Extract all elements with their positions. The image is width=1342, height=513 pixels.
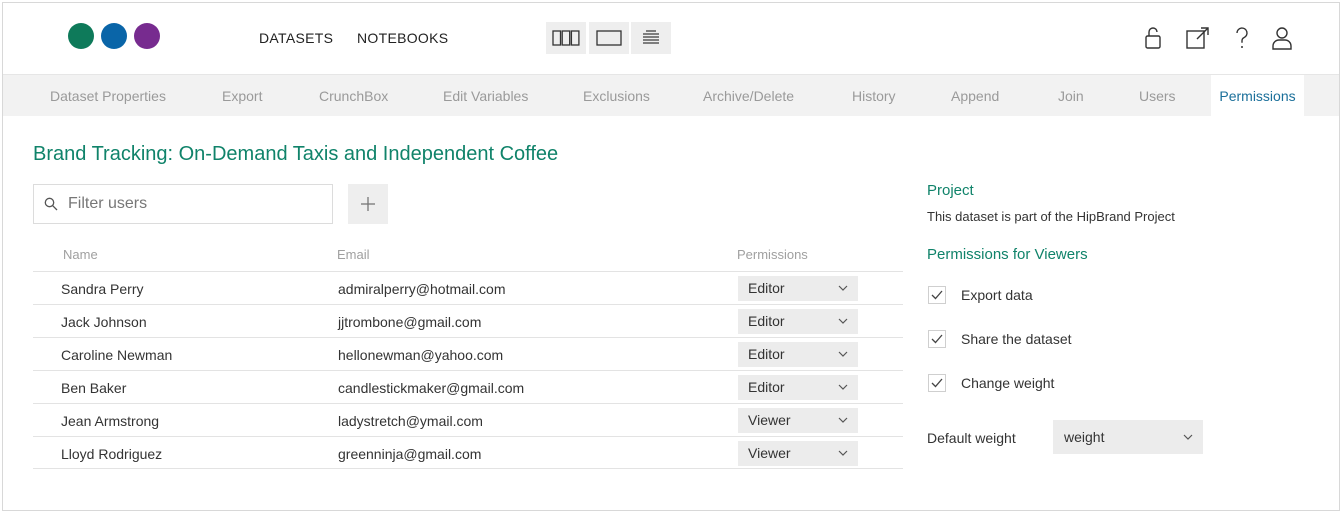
lock-icon[interactable] — [1140, 25, 1166, 51]
single-panel-view-icon — [596, 30, 622, 46]
permission-select[interactable]: Viewer — [738, 441, 858, 466]
tab-crunchbox[interactable]: CrunchBox — [319, 75, 388, 117]
chevron-down-icon — [838, 450, 848, 456]
chevron-down-icon — [1183, 434, 1193, 440]
table-row[interactable]: Ben Baker candlestickmaker@gmail.com Edi… — [33, 370, 903, 403]
page-title: Brand Tracking: On-Demand Taxis and Inde… — [33, 143, 559, 165]
column-header-email[interactable]: Email — [337, 247, 370, 262]
tab-export[interactable]: Export — [222, 75, 262, 117]
permission-value: Editor — [748, 280, 785, 296]
logo-dot-purple[interactable] — [134, 23, 160, 49]
tab-dataset-properties[interactable]: Dataset Properties — [50, 75, 166, 117]
permission-select[interactable]: Editor — [738, 276, 858, 301]
user-name: Ben Baker — [61, 380, 127, 396]
user-email: hellonewman@yahoo.com — [338, 347, 504, 363]
tab-archive-delete[interactable]: Archive/Delete — [703, 75, 794, 117]
checkmark-icon — [931, 290, 943, 300]
checkmark-icon — [931, 334, 943, 344]
user-email: jjtrombone@gmail.com — [338, 314, 482, 330]
single-panel-view-button[interactable] — [589, 22, 629, 54]
chevron-down-icon — [838, 318, 848, 324]
open-external-icon[interactable] — [1185, 25, 1211, 51]
filter-users-field[interactable] — [33, 184, 333, 224]
three-column-view-icon — [552, 30, 580, 46]
table-row[interactable]: Lloyd Rodriguez greenninja@gmail.com Vie… — [33, 436, 903, 469]
user-email: candlestickmaker@gmail.com — [338, 380, 525, 396]
search-icon — [44, 197, 58, 211]
table-row[interactable]: Sandra Perry admiralperry@hotmail.com Ed… — [33, 271, 903, 304]
share-dataset-label: Share the dataset — [961, 331, 1072, 347]
user-email: admiralperry@hotmail.com — [338, 281, 506, 297]
chevron-down-icon — [838, 417, 848, 423]
filter-users-input[interactable] — [68, 185, 328, 223]
default-weight-label: Default weight — [927, 430, 1016, 446]
default-weight-select[interactable]: weight — [1053, 420, 1203, 454]
share-dataset-checkbox[interactable] — [928, 330, 946, 348]
permission-value: Editor — [748, 379, 785, 395]
permission-value: Viewer — [748, 412, 791, 428]
logo-dot-blue[interactable] — [101, 23, 127, 49]
change-weight-label: Change weight — [961, 375, 1055, 391]
change-weight-checkbox[interactable] — [928, 374, 946, 392]
table-row[interactable]: Jean Armstrong ladystretch@ymail.com Vie… — [33, 403, 903, 436]
plus-icon — [361, 197, 375, 211]
default-weight-value: weight — [1064, 429, 1105, 445]
user-name: Sandra Perry — [61, 281, 144, 297]
permission-value: Viewer — [748, 445, 791, 461]
three-column-view-button[interactable] — [546, 22, 586, 54]
chevron-down-icon — [838, 351, 848, 357]
viewer-permissions-heading: Permissions for Viewers — [927, 246, 1088, 263]
tab-users[interactable]: Users — [1139, 75, 1176, 117]
help-icon[interactable] — [1229, 25, 1255, 51]
column-header-name[interactable]: Name — [63, 247, 98, 262]
permission-value: Editor — [748, 346, 785, 362]
permission-value: Editor — [748, 313, 785, 329]
tab-exclusions[interactable]: Exclusions — [583, 75, 650, 117]
checkmark-icon — [931, 378, 943, 388]
tab-edit-variables[interactable]: Edit Variables — [443, 75, 528, 117]
user-name: Jack Johnson — [61, 314, 147, 330]
tab-permissions[interactable]: Permissions — [1211, 75, 1304, 117]
top-bar: DATASETS NOTEBOOKS — [3, 3, 1339, 74]
list-view-button[interactable] — [631, 22, 671, 54]
user-name: Caroline Newman — [61, 347, 173, 363]
nav-datasets[interactable]: DATASETS — [259, 30, 333, 46]
user-email: ladystretch@ymail.com — [338, 413, 483, 429]
export-data-label: Export data — [961, 287, 1033, 303]
table-row[interactable]: Caroline Newman hellonewman@yahoo.com Ed… — [33, 337, 903, 370]
tab-append[interactable]: Append — [951, 75, 999, 117]
column-header-permissions[interactable]: Permissions — [737, 247, 808, 262]
chevron-down-icon — [838, 384, 848, 390]
export-data-checkbox[interactable] — [928, 286, 946, 304]
table-row[interactable]: Jack Johnson jjtrombone@gmail.com Editor — [33, 304, 903, 337]
permission-select[interactable]: Editor — [738, 375, 858, 400]
nav-notebooks[interactable]: NOTEBOOKS — [357, 30, 448, 46]
list-view-icon — [643, 30, 659, 44]
permission-select[interactable]: Editor — [738, 309, 858, 334]
tab-history[interactable]: History — [852, 75, 896, 117]
project-description: This dataset is part of the HipBrand Pro… — [927, 209, 1175, 224]
tab-join[interactable]: Join — [1058, 75, 1084, 117]
permission-select[interactable]: Editor — [738, 342, 858, 367]
app-window: DATASETS NOTEBOOKS Dataset Properties Ex… — [2, 2, 1340, 511]
user-name: Lloyd Rodriguez — [61, 446, 163, 462]
logo-dot-green[interactable] — [68, 23, 94, 49]
user-icon[interactable] — [1269, 25, 1295, 51]
user-name: Jean Armstrong — [61, 413, 160, 429]
settings-tab-strip: Dataset Properties Export CrunchBox Edit… — [3, 74, 1339, 117]
project-heading: Project — [927, 182, 974, 199]
add-user-button[interactable] — [348, 184, 388, 224]
permission-select[interactable]: Viewer — [738, 408, 858, 433]
user-email: greenninja@gmail.com — [338, 446, 482, 462]
chevron-down-icon — [838, 285, 848, 291]
